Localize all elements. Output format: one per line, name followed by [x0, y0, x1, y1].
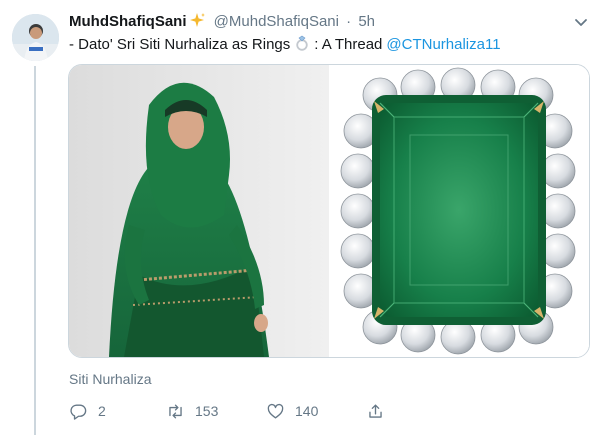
action-bar: 2 153 140 — [69, 400, 429, 422]
timestamp[interactable]: 5h — [358, 13, 375, 30]
mention-link[interactable]: @CTNurhaliza11 — [386, 36, 500, 53]
retweet-button[interactable]: 153 — [166, 400, 218, 422]
emerald-ring-image — [330, 65, 589, 357]
woman-green-dress-image — [69, 65, 329, 357]
media-grid[interactable] — [68, 64, 590, 358]
reply-count: 2 — [98, 403, 106, 419]
retweet-icon — [169, 403, 182, 419]
media-caption: Siti Nurhaliza — [69, 371, 152, 387]
tweet-text-suffix: : A Thread — [314, 36, 383, 53]
avatar[interactable] — [12, 14, 59, 61]
media-photo-ring[interactable] — [330, 65, 589, 357]
share-icon — [369, 403, 382, 418]
media-photo-woman[interactable] — [69, 65, 329, 357]
separator-dot: · — [346, 13, 352, 30]
share-button[interactable] — [366, 400, 385, 422]
retweet-count: 153 — [195, 403, 219, 419]
heart-icon — [267, 403, 284, 419]
display-name[interactable]: MuhdShafiqSani — [69, 13, 187, 30]
like-button[interactable]: 140 — [266, 400, 318, 422]
sparkles-icon — [189, 13, 205, 27]
tweet-text-main: - Dato' Sri Siti Nurhaliza as Rings — [69, 36, 291, 53]
chevron-down-icon[interactable] — [572, 14, 590, 32]
thread-line — [34, 66, 36, 435]
avatar-photo — [12, 14, 59, 61]
tweet-header: MuhdShafiqSani @MuhdShafiqSani · 5h — [69, 12, 375, 32]
like-count: 140 — [295, 403, 319, 419]
reply-icon — [70, 403, 87, 420]
tweet[interactable]: MuhdShafiqSani @MuhdShafiqSani · 5h - Da… — [0, 0, 602, 435]
handle[interactable]: @MuhdShafiqSani — [214, 13, 339, 30]
reply-button[interactable]: 2 — [69, 400, 106, 422]
ring-icon — [296, 35, 308, 51]
tweet-text: - Dato' Sri Siti Nurhaliza as Rings : A … — [69, 35, 501, 55]
